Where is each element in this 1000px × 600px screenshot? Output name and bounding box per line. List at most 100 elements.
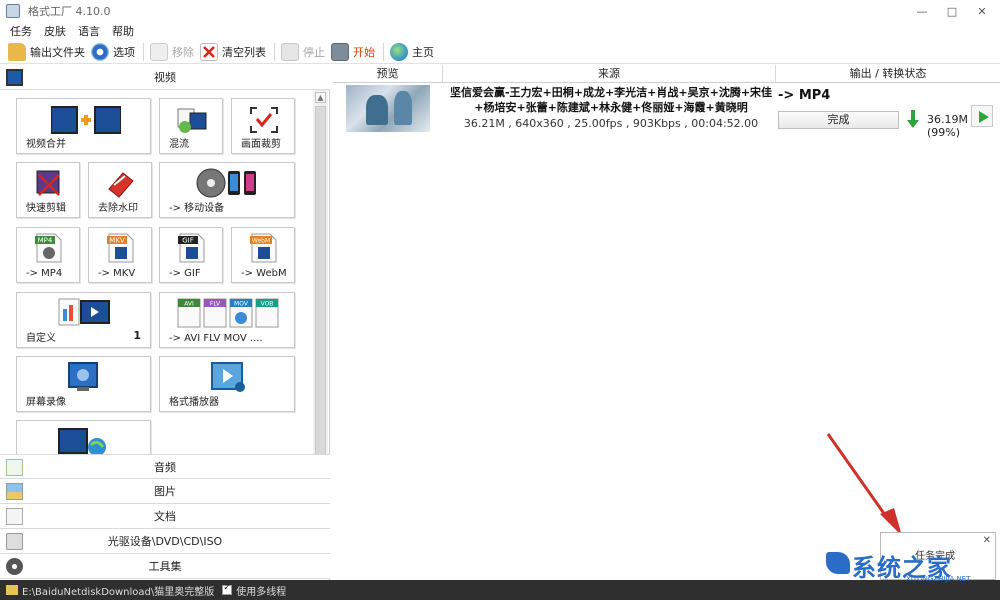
picture-icon — [6, 483, 23, 500]
scrollbar-thumb[interactable] — [315, 106, 326, 506]
tile-label: -> MKV — [98, 268, 136, 279]
tile-label: 格式播放器 — [169, 397, 219, 408]
options-gear-icon — [91, 42, 109, 61]
remove-label: 移除 — [172, 45, 194, 59]
stop-icon — [281, 42, 299, 61]
tile-to-webm[interactable]: WebM -> WebM — [231, 227, 295, 283]
document-pen-icon — [6, 508, 23, 525]
tile-label: -> GIF — [169, 268, 201, 279]
tile-to-avi-flv-mov[interactable]: AVI FLV MOV VOB -> AVI FLV MOV .... — [159, 292, 295, 348]
header-preview[interactable]: 预览 — [333, 65, 443, 83]
remove-doc-icon — [150, 42, 168, 61]
category-tools[interactable]: 工具集 — [0, 554, 330, 579]
mobile-devices-icon — [196, 167, 260, 199]
category-document[interactable]: 文档 — [0, 504, 330, 529]
tile-to-gif[interactable]: GIF -> GIF — [159, 227, 223, 283]
category-video[interactable]: 视频 — [0, 65, 330, 90]
tile-mobile-device[interactable]: -> 移动设备 — [159, 162, 295, 218]
clear-list-icon — [200, 42, 218, 61]
tile-format-player[interactable]: 格式播放器 — [159, 356, 295, 412]
task-count-badge: 1 — [133, 329, 141, 342]
menu-help[interactable]: 帮助 — [112, 23, 134, 39]
thumbnail-figure — [394, 91, 412, 125]
play-output-button[interactable] — [971, 105, 993, 127]
tile-to-mp4[interactable]: MP4 -> MP4 — [16, 227, 80, 283]
maximize-button[interactable]: □ — [938, 2, 966, 20]
tile-to-mkv[interactable]: MKV -> MKV — [88, 227, 152, 283]
minimize-button[interactable]: — — [908, 2, 936, 20]
remove-button[interactable]: 移除 — [150, 41, 194, 63]
tile-label: 画面裁剪 — [241, 139, 281, 150]
tile-crop[interactable]: 画面裁剪 — [231, 98, 295, 154]
mp4-file-icon: MP4 — [33, 232, 65, 264]
webm-file-icon: WebM — [248, 232, 280, 264]
tile-quick-cut[interactable]: 快速剪辑 — [16, 162, 80, 218]
menu-language[interactable]: 语言 — [78, 23, 100, 39]
folder-icon — [8, 42, 26, 61]
options-label: 选项 — [113, 45, 135, 59]
header-source[interactable]: 来源 — [443, 65, 776, 83]
screen-record-icon — [67, 361, 99, 393]
close-button[interactable]: ✕ — [968, 2, 996, 20]
window-title: 格式工厂 4.10.0 — [28, 5, 111, 18]
tile-video-merge[interactable]: 视频合并 — [16, 98, 151, 154]
category-image-label: 图片 — [154, 485, 176, 498]
app-icon — [6, 4, 20, 18]
menu-skin[interactable]: 皮肤 — [44, 23, 66, 39]
home-button[interactable]: 主页 — [390, 41, 434, 63]
tile-label: -> WebM — [241, 268, 287, 279]
clear-list-label: 清空列表 — [222, 45, 266, 59]
music-note-icon — [6, 459, 23, 476]
tile-remove-watermark[interactable]: 去除水印 — [88, 162, 152, 218]
mkv-file-icon: MKV — [105, 232, 137, 264]
multi-format-icon: AVI FLV MOV VOB — [176, 297, 284, 329]
output-folder-button[interactable]: 输出文件夹 — [8, 41, 85, 63]
category-video-label: 视频 — [154, 71, 176, 84]
watermark-logo-icon — [826, 552, 850, 574]
tile-label: 去除水印 — [98, 203, 138, 214]
category-image[interactable]: 图片 — [0, 479, 330, 504]
disc-drive-icon — [6, 533, 23, 550]
category-audio-label: 音频 — [154, 460, 176, 474]
source-file-name: 坚信爱会赢-王力宏+田桐+成龙+李光洁+肖战+吴京+沈腾+宋佳+杨培安+张蕾+陈… — [449, 86, 773, 114]
title-bar: 格式工厂 4.10.0 — □ ✕ — [0, 0, 1000, 22]
notification-close-icon[interactable]: ✕ — [983, 535, 991, 546]
toolbar: 输出文件夹 选项 移除 清空列表 停止 开始 主页 — [0, 40, 1000, 64]
tile-mux[interactable]: 混流 — [159, 98, 223, 154]
webm-icon-text: WebM — [252, 238, 270, 245]
multithread-label: 使用多线程 — [236, 586, 287, 598]
menu-task[interactable]: 任务 — [10, 23, 32, 39]
tile-screen-record[interactable]: 屏幕录像 — [16, 356, 151, 412]
eraser-icon — [105, 169, 137, 199]
stop-button[interactable]: 停止 — [281, 41, 325, 63]
thumbnail-figure — [366, 95, 388, 125]
scissors-film-icon — [33, 169, 65, 199]
toolbar-separator — [383, 42, 384, 61]
vob-icon-text: VOB — [261, 301, 274, 308]
start-button[interactable]: 开始 — [331, 41, 375, 63]
status-done-button[interactable]: 完成 — [778, 111, 899, 129]
avi-icon-text: AVI — [184, 301, 194, 308]
source-file-info: 36.21M , 640x360 , 25.00fps , 903Kbps , … — [463, 117, 759, 130]
home-globe-icon — [390, 42, 408, 61]
tile-custom[interactable]: 自定义 1 — [16, 292, 151, 348]
category-optical[interactable]: 光驱设备\DVD\CD\ISO — [0, 529, 330, 554]
header-output-status[interactable]: 输出 / 转换状态 — [776, 65, 1000, 83]
multithread-checkbox[interactable] — [222, 583, 233, 595]
options-button[interactable]: 选项 — [91, 41, 135, 63]
clear-list-button[interactable]: 清空列表 — [200, 41, 266, 63]
tile-label: 混流 — [169, 139, 189, 150]
tile-label: 屏幕录像 — [26, 397, 66, 408]
video-merge-icon — [50, 105, 122, 135]
output-percent: (99%) — [927, 126, 961, 139]
scroll-up-arrow[interactable]: ▲ — [315, 92, 326, 103]
gif-file-icon: GIF — [176, 232, 208, 264]
output-path[interactable]: E:\BaiduNetdiskDownload\猫里奥完整版 — [22, 583, 214, 598]
menu-bar: 任务 皮肤 语言 帮助 — [0, 22, 1000, 40]
category-tools-label: 工具集 — [148, 560, 182, 573]
category-document-label: 文档 — [154, 510, 176, 523]
stop-label: 停止 — [303, 45, 325, 59]
task-row[interactable]: 坚信爱会赢-王力宏+田桐+成龙+李光洁+肖战+吴京+沈腾+宋佳+杨培安+张蕾+陈… — [333, 83, 1000, 139]
site-watermark: 系统之家 XITONGZHIJIA.NET — [826, 548, 996, 583]
category-audio[interactable]: 音频 — [0, 454, 330, 479]
